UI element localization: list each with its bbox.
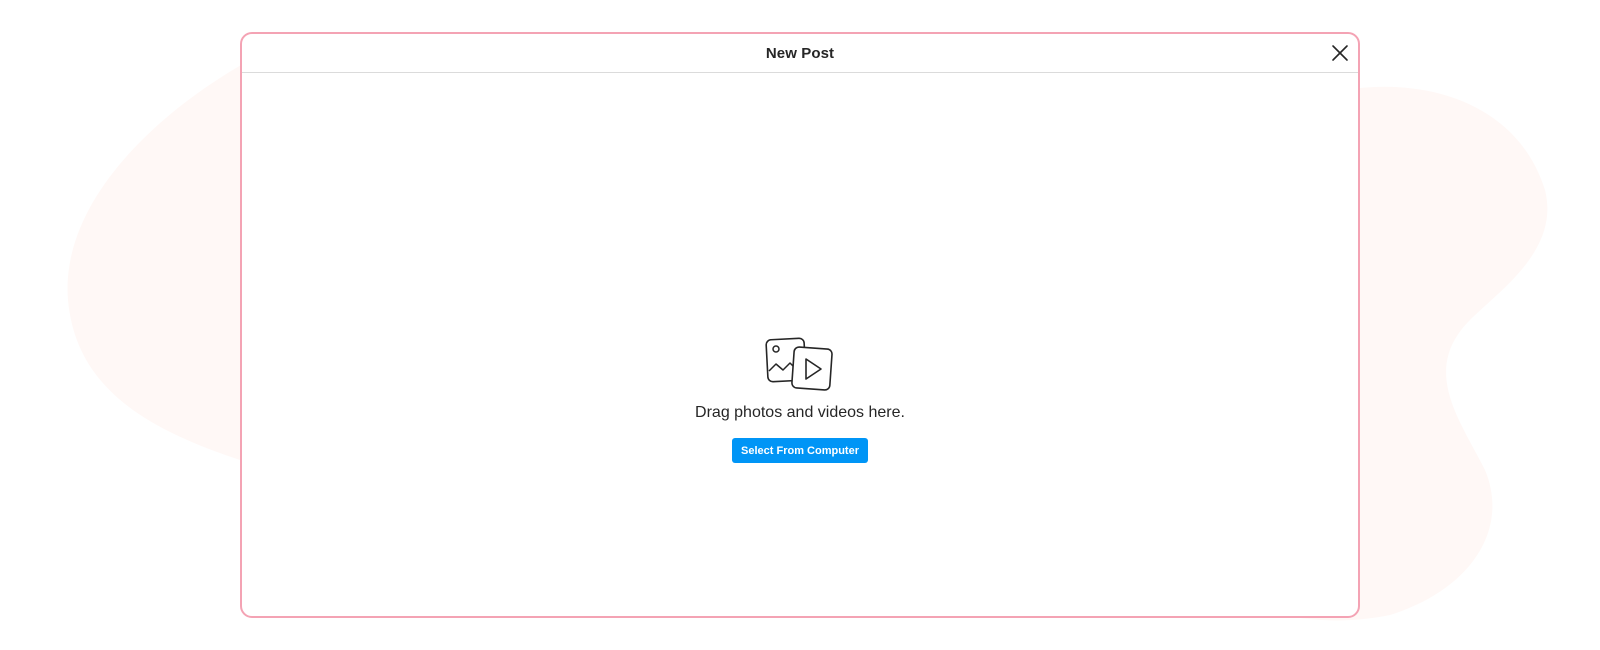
- upload-prompt-group: Drag photos and videos here. Select From…: [242, 337, 1358, 463]
- close-icon: [1332, 45, 1348, 61]
- upload-dropzone[interactable]: Drag photos and videos here. Select From…: [242, 73, 1358, 616]
- new-post-modal: New Post Drag photos and videos here. Se…: [240, 32, 1360, 618]
- drag-prompt-text: Drag photos and videos here.: [695, 404, 905, 421]
- close-button[interactable]: [1328, 41, 1352, 65]
- photo-video-icon: [765, 337, 833, 391]
- select-from-computer-button[interactable]: Select From Computer: [732, 438, 868, 463]
- page-canvas: New Post Drag photos and videos here. Se…: [0, 0, 1600, 650]
- modal-title: New Post: [765, 44, 835, 62]
- modal-header: New Post: [242, 34, 1358, 73]
